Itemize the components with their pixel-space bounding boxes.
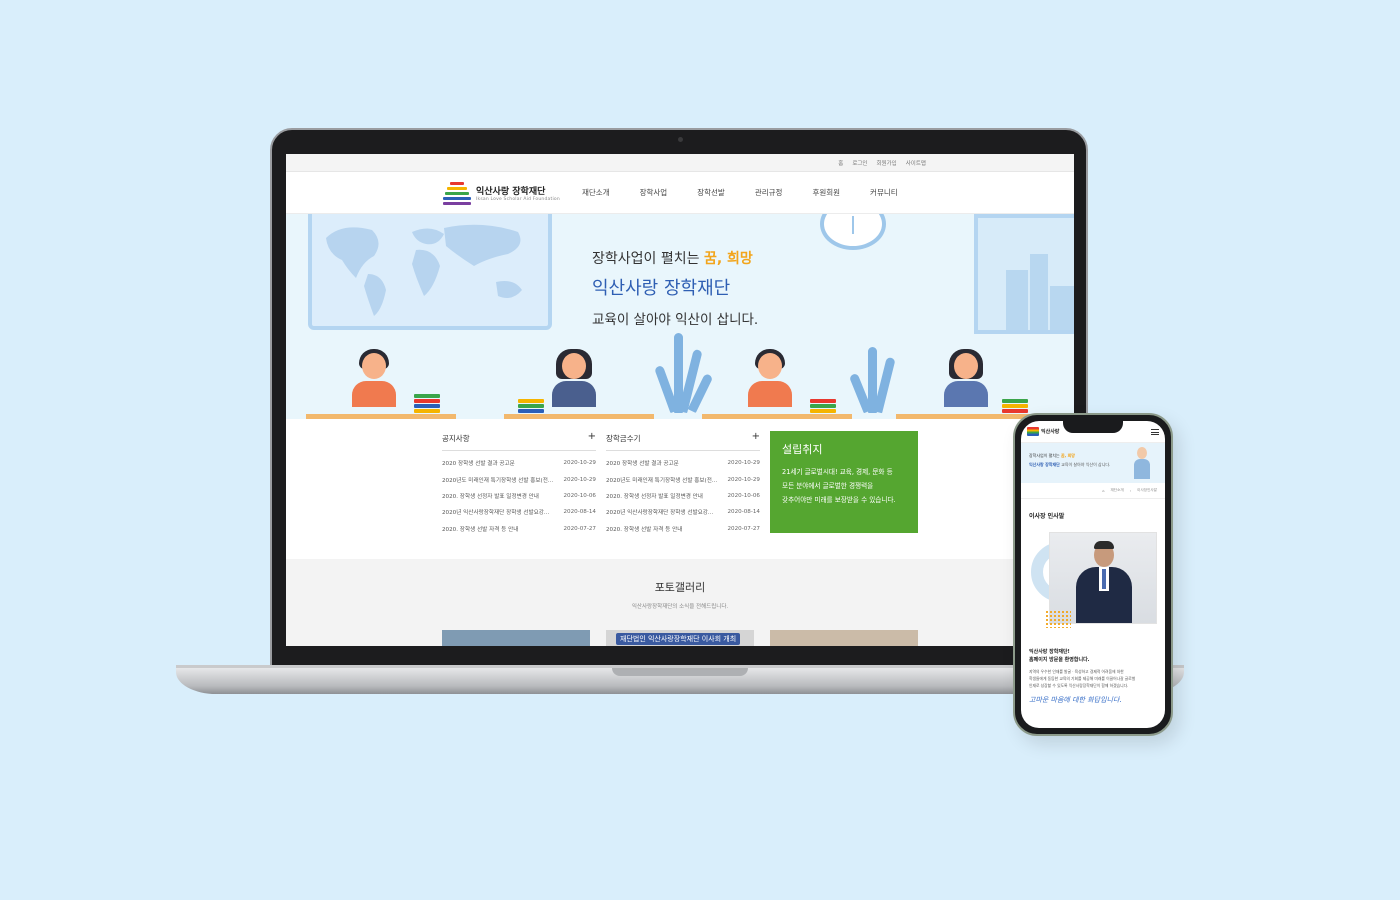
util-link-login[interactable]: 로그인 xyxy=(852,159,867,167)
logo-mark-icon xyxy=(442,181,472,205)
nav-item-selection[interactable]: 장학선발 xyxy=(697,187,725,198)
plant-illustration xyxy=(654,331,714,414)
chevron-right-icon: › xyxy=(1129,488,1132,493)
page-title: 이사장 인사말 xyxy=(1029,513,1065,520)
mobile-logo[interactable]: 익산사랑 xyxy=(1027,427,1059,436)
nav-item-rules[interactable]: 관리규정 xyxy=(755,187,783,198)
notice-more-icon[interactable]: + xyxy=(588,432,596,444)
student-illustration xyxy=(944,349,988,413)
hamburger-menu-icon[interactable] xyxy=(1151,428,1159,435)
nav-item-about[interactable]: 재단소개 xyxy=(582,187,610,198)
list-item[interactable]: 2020. 장학생 선정자 발표 일정변경 안내 2020-10-06 xyxy=(442,488,596,504)
hero-line-2: 익산사랑 장학재단 xyxy=(592,278,731,299)
essay-board: 장학금수기 + 2020 장학생 선발 결과 공고문 2020-10-29 202… xyxy=(606,432,760,559)
hero-copy: 장학사업이 펼치는 꿈, 희망 익산사랑 장학재단 교육이 살아야 익산이 삽니… xyxy=(592,248,758,328)
list-item[interactable]: 2020년 익산사랑장학재단 장학생 선발요강... 2020-08-14 xyxy=(606,504,760,520)
gallery-thumb[interactable]: 재단법인 익산사랑장학재단 이사회 개최 xyxy=(606,630,754,646)
window-illustration xyxy=(974,214,1074,334)
gallery-subtitle: 익산사랑장학재단의 소식을 전해드립니다. xyxy=(631,604,729,610)
essay-title: 장학금수기 xyxy=(606,434,641,443)
home-icon[interactable]: ⌂ xyxy=(1102,489,1104,493)
founding-title: 설립취지 xyxy=(782,443,823,456)
hero-line-3: 교육이 살아야 익산이 삽니다. xyxy=(592,312,759,328)
breadcrumb: ⌂ 재단소개 › 이사장인사말 xyxy=(1021,483,1165,499)
list-item[interactable]: 2020년도 미래인재 특기장학생 선발 홍보(전... 2020-10-29 xyxy=(442,471,596,487)
books-illustration xyxy=(518,398,544,413)
founding-purpose-box[interactable]: 설립취지 21세기 글로벌시대! 교육, 경제, 문화 등 모든 분야에서 글로… xyxy=(770,431,918,533)
mobile-hero: 장학사업이 펼치는 꿈, 희망 익산사랑 장학재단 교육이 살아야 익산이 삽니… xyxy=(1021,443,1165,483)
essay-more-icon[interactable]: + xyxy=(752,432,760,444)
list-item[interactable]: 2020 장학생 선발 결과 공고문 2020-10-29 xyxy=(606,455,760,471)
board-section: 공지사항 + 2020 장학생 선발 결과 공고문 2020-10-29 2020… xyxy=(286,419,1074,559)
photo-gallery: 포토갤러리 익산사랑장학재단의 소식을 전해드립니다. 재단법인 익산사랑장학재… xyxy=(286,559,1074,646)
nav-item-community[interactable]: 커뮤니티 xyxy=(870,187,898,198)
hero-banner: 장학사업이 펼치는 꿈, 희망 익산사랑 장학재단 교육이 살아야 익산이 삽니… xyxy=(286,214,1074,419)
util-link-signup[interactable]: 회원가입 xyxy=(877,159,897,167)
logo-subtitle: Iksan Love Scholar Aid Foundation xyxy=(476,196,560,202)
gallery-thumb[interactable] xyxy=(442,630,590,646)
camera-icon xyxy=(678,137,683,142)
chairman-photo xyxy=(1029,528,1157,640)
nav-item-sponsor[interactable]: 후원회원 xyxy=(812,187,840,198)
books-illustration xyxy=(414,393,440,413)
list-item[interactable]: 2020. 장학생 선발 자격 등 안내 2020-07-27 xyxy=(606,521,760,537)
list-item[interactable]: 2020년도 미래인재 특기장학생 선발 홍보(전... 2020-10-29 xyxy=(606,471,760,487)
list-item[interactable]: 2020. 장학생 선발 자격 등 안내 2020-07-27 xyxy=(442,521,596,537)
list-item[interactable]: 2020년 익산사랑장학재단 장학생 선발요강... 2020-08-14 xyxy=(442,504,596,520)
wall-clock-illustration xyxy=(820,214,886,250)
phone-screen: 익산사랑 장학사업이 펼치는 꿈, 희망 익산사랑 장학재단 교육이 살아야 익… xyxy=(1021,421,1165,728)
main-nav: 재단소개 장학사업 장학선발 관리규정 후원회원 커뮤니티 xyxy=(582,187,898,198)
teacher-illustration xyxy=(1131,445,1153,479)
gallery-thumb[interactable] xyxy=(770,630,918,646)
phone-frame: 익산사랑 장학사업이 펼치는 꿈, 희망 익산사랑 장학재단 교육이 살아야 익… xyxy=(1013,413,1173,736)
phone-notch xyxy=(1063,421,1123,433)
student-illustration xyxy=(352,349,396,413)
notice-board: 공지사항 + 2020 장학생 선발 결과 공고문 2020-10-29 2020… xyxy=(442,432,596,559)
decorative-dots xyxy=(1045,610,1071,628)
nav-item-business[interactable]: 장학사업 xyxy=(640,187,668,198)
breadcrumb-item[interactable]: 이사장인사말 xyxy=(1137,488,1157,493)
signature: 고마운 마음에 대한 화답입니다. xyxy=(1029,696,1122,704)
gallery-title: 포토갤러리 xyxy=(654,581,706,594)
hero-line-1: 장학사업이 펼치는 꿈, 희망 xyxy=(592,251,753,267)
books-illustration xyxy=(810,398,836,413)
laptop-frame: 홈 로그인 회원가입 사이트맵 익산사랑 장학재단 Iksan Love Sch… xyxy=(270,128,1088,668)
logo-mark-icon xyxy=(1027,427,1039,436)
gallery-caption: 재단법인 익산사랑장학재단 이사회 개최 xyxy=(616,633,741,645)
list-item[interactable]: 2020 장학생 선발 결과 공고문 2020-10-29 xyxy=(442,455,596,471)
util-link-home[interactable]: 홈 xyxy=(838,159,843,167)
laptop-screen: 홈 로그인 회원가입 사이트맵 익산사랑 장학재단 Iksan Love Sch… xyxy=(286,154,1074,646)
breadcrumb-item[interactable]: 재단소개 xyxy=(1110,488,1123,493)
site-logo[interactable]: 익산사랑 장학재단 Iksan Love Scholar Aid Foundat… xyxy=(442,181,582,205)
notice-title: 공지사항 xyxy=(442,434,470,443)
greeting-text: 익산사랑 장학재단! 홈페이지 방문을 환영합니다. 지역의 우수한 인재를 발… xyxy=(1029,649,1136,688)
plant-illustration xyxy=(848,331,900,414)
books-illustration xyxy=(1002,398,1028,413)
world-map-illustration xyxy=(308,214,552,330)
hero-highlight: 꿈, 희망 xyxy=(703,251,753,267)
util-link-sitemap[interactable]: 사이트맵 xyxy=(906,159,926,167)
site-header: 익산사랑 장학재단 Iksan Love Scholar Aid Foundat… xyxy=(286,172,1074,214)
student-illustration xyxy=(748,349,792,413)
logo-name: 익산사랑 장학재단 xyxy=(476,186,546,197)
founding-text: 21세기 글로벌시대! 교육, 경제, 문화 등 모든 분야에서 글로벌한 경쟁… xyxy=(782,468,896,504)
student-illustration xyxy=(552,349,596,413)
utility-bar: 홈 로그인 회원가입 사이트맵 xyxy=(286,154,1074,172)
list-item[interactable]: 2020. 장학생 선정자 발표 일정변경 안내 2020-10-06 xyxy=(606,488,760,504)
